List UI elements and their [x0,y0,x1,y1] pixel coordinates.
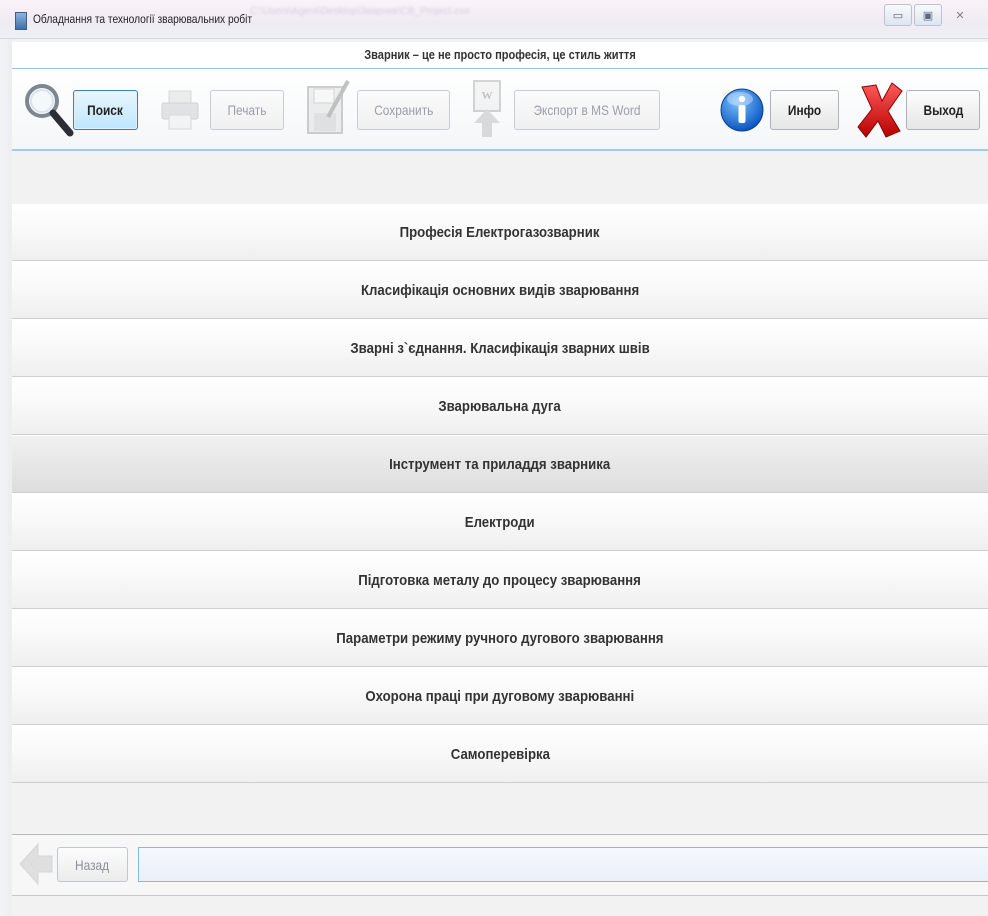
menu-item-welding-arc[interactable]: Зварювальна дуга [12,377,988,435]
menu-item-tools[interactable]: Інструмент та приладдя зварника [12,435,988,493]
minimize-button[interactable]: ▭ [884,4,912,26]
back-arrow-icon[interactable] [18,840,54,888]
red-x-icon[interactable] [856,81,904,139]
window-left-border [0,38,12,916]
menu-item-label: Зварні з`єднання. Класифікація зварних ш… [350,339,650,357]
window-title: Обладнання та технології зварювальних ро… [33,12,253,26]
menu-item-welding-parameters[interactable]: Параметри режиму ручного дугового зварюв… [12,609,988,667]
slogan-bar: Зварник – це не просто професія, це стил… [12,42,988,69]
maximize-button[interactable]: ▣ [914,4,942,26]
back-button[interactable]: Назад [57,847,128,882]
topic-menu: Професія Електрогазозварник Класифікація… [12,204,988,783]
printer-icon [161,90,199,130]
menu-item-metal-preparation[interactable]: Підготовка металу до процесу зварювання [12,551,988,609]
menu-item-electrodes[interactable]: Електроди [12,493,988,551]
window-controls: ▭ ▣ ✕ [884,4,976,26]
menu-item-label: Класифікація основних видів зварювання [360,281,640,299]
exit-button[interactable]: Выход [906,90,980,130]
navigation-path-field[interactable] [138,847,988,882]
menu-item-labor-safety[interactable]: Охорона праці при дуговому зварюванні [12,667,988,725]
window-title-path: C:\Users\Agent\Desktop\Зварник\CB_Projec… [250,6,471,17]
info-button-label: Инфо [787,102,822,118]
magnifier-icon[interactable] [22,80,78,140]
save-button[interactable]: Сохранить [357,90,450,130]
menu-item-weld-joints[interactable]: Зварні з`єднання. Класифікація зварних ш… [12,319,988,377]
export-word-button-label: Экспорт в MS Word [533,102,641,118]
menu-item-label: Професія Електрогазозварник [400,224,600,241]
back-button-label: Назад [75,856,110,873]
toolbar: Поиск Печать Сохранить W Экспорт в MS Wo… [12,69,988,151]
info-button[interactable]: Инфо [770,90,839,130]
print-button-label: Печать [227,102,267,118]
exit-button-label: Выход [923,102,963,118]
search-button[interactable]: Поиск [73,90,138,130]
info-icon[interactable] [719,87,765,133]
menu-item-label: Самоперевірка [450,745,550,763]
search-button-label: Поиск [87,102,124,118]
menu-item-label: Охорона праці при дуговому зварюванні [365,687,635,705]
print-button[interactable]: Печать [210,90,284,130]
menu-item-label: Параметри режиму ручного дугового зварюв… [336,629,664,647]
slogan-text: Зварник – це не просто професія, це стил… [364,47,636,62]
menu-item-label: Інструмент та приладдя зварника [389,455,611,473]
export-word-button[interactable]: Экспорт в MS Word [514,90,660,130]
app-icon [15,12,27,30]
menu-item-profession[interactable]: Професія Електрогазозварник [12,204,988,261]
save-disk-icon [307,80,350,134]
window-titlebar[interactable]: Обладнання та технології зварювальних ро… [0,0,988,39]
menu-item-welding-classification[interactable]: Класифікація основних видів зварювання [12,261,988,319]
svg-text:W: W [482,90,493,102]
close-window-button[interactable]: ✕ [944,4,976,26]
menu-item-self-test[interactable]: Самоперевірка [12,725,988,783]
menu-item-label: Підготовка металу до процесу зварювання [358,571,642,589]
save-button-label: Сохранить [373,102,434,118]
menu-item-label: Електроди [465,513,535,531]
word-export-icon: W [473,80,501,137]
menu-item-label: Зварювальна дуга [438,397,562,415]
